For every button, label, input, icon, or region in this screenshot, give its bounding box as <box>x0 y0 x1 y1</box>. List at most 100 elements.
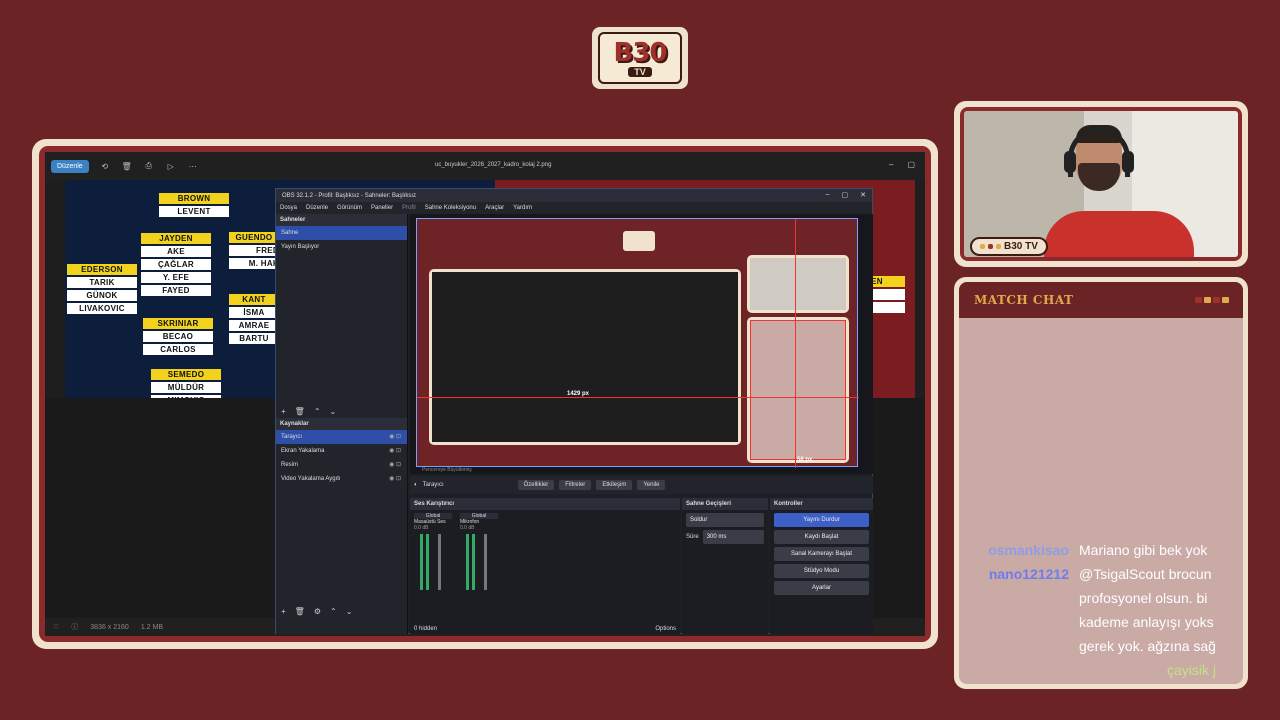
eye-icon: ◉ ⊡ <box>389 462 401 468</box>
maximize-icon[interactable]: ▢ <box>907 160 915 169</box>
b30-tv-logo: B30 TV <box>592 27 688 89</box>
filters-button[interactable]: Filtreler <box>559 480 592 490</box>
chat-message: nano121212 @TsigalScout brocun <box>959 562 1239 587</box>
chat-message-line: kademe anlayışı yoks <box>1079 614 1214 630</box>
properties-button[interactable]: Özellikler <box>517 480 555 490</box>
mixer-channel: Global Mikrofon 0.0 dB <box>460 513 498 590</box>
menu-item[interactable]: Araçlar <box>485 205 504 211</box>
duration-input[interactable]: 300 ms <box>702 530 764 544</box>
logo-sub: TV <box>628 66 652 77</box>
source-toolbar: ◐ Tarayıcı Özellikler Filtreler Etkileşi… <box>410 476 873 494</box>
gear-icon[interactable]: ⚙ <box>314 607 321 616</box>
down-icon[interactable]: ⌄ <box>330 407 337 416</box>
mixer-channel: Global Masaüstü Ses 0.0 dB <box>414 513 452 590</box>
match-chat: MATCH CHAT osmankisao Mariano gibi bek yo… <box>959 282 1243 684</box>
up-icon[interactable]: ⌃ <box>314 407 321 416</box>
eye-icon: ◉ ⊡ <box>389 448 401 454</box>
controls-header: Kontroller <box>770 498 873 510</box>
add-icon[interactable]: + <box>281 607 286 616</box>
chat-title: MATCH CHAT <box>974 293 1074 307</box>
obs-left-docks: Sahneler Sahne Yayın Başlıyor + 🗑 ⌃ ⌄ Ka… <box>276 214 408 634</box>
studio-mode-button[interactable]: Stüdyo Modu <box>774 564 869 578</box>
player-group-guendo: GUENDO FRED M. HAK <box>229 232 279 269</box>
player-group-kant: KANT İSMA AMRAE BARTU <box>229 294 279 344</box>
scene-item[interactable]: Sahne <box>276 226 407 240</box>
close-icon[interactable]: ✕ <box>860 191 866 199</box>
settings-button[interactable]: Ayarlar <box>774 581 869 595</box>
favorite-icon[interactable]: ♡ <box>53 623 59 631</box>
volume-slider[interactable] <box>438 534 441 590</box>
player-group-jayden: JAYDEN AKE ÇAĞLAR Y. EFE FAYED <box>141 233 211 296</box>
duration-label: Süre <box>686 534 699 540</box>
add-icon[interactable]: + <box>281 407 286 416</box>
info-icon[interactable]: ⓘ <box>71 622 78 632</box>
webcam-feed: B30 TV <box>964 111 1238 257</box>
source-item[interactable]: Video Yakalama Aygıtı ◉ ⊡ <box>276 472 407 486</box>
chat-message-line: profosyonel olsun. bi <box>1079 590 1208 606</box>
eye-icon: ◉ ⊡ <box>389 434 401 440</box>
zoom-indicator[interactable]: Pencereye Büyütlemiş <box>410 465 873 475</box>
minimize-icon[interactable]: – <box>826 191 830 199</box>
browser-source-icon: ◐ <box>414 482 418 488</box>
desktop-capture: Düzenle ⟲ 🗑 ⎙ ▷ ⋯ uc_buyukler_2026_2027_… <box>45 152 925 636</box>
selected-source-label: Tarayıcı <box>422 482 444 488</box>
transition-select[interactable]: Soldur <box>686 513 764 527</box>
source-item[interactable]: Resim ◉ ⊡ <box>276 458 407 472</box>
match-chat-frame: MATCH CHAT osmankisao Mariano gibi bek yo… <box>954 277 1248 689</box>
audio-mixer-dock: Ses Karıştırıcı Global Masaüstü Ses 0.0 … <box>410 498 680 634</box>
rotate-icon[interactable]: ⟲ <box>99 162 111 171</box>
image-filesize: 1.2 MB <box>140 623 164 631</box>
scene-tools: + 🗑 ⌃ ⌄ <box>276 404 407 418</box>
more-icon[interactable]: ⋯ <box>187 162 199 171</box>
print-icon[interactable]: ⎙ <box>143 161 155 171</box>
source-item[interactable]: Tarayıcı ◉ ⊡ <box>276 430 407 444</box>
up-icon[interactable]: ⌃ <box>330 607 337 616</box>
start-recording-button[interactable]: Kaydı Başlat <box>774 530 869 544</box>
menu-item[interactable]: Görünüm <box>337 205 362 211</box>
chat-message-line: gerek yok. ağzına sağ <box>1079 638 1216 654</box>
menu-item[interactable]: Sahne Koleksiyonu <box>425 205 476 211</box>
down-icon[interactable]: ⌄ <box>346 607 353 616</box>
volume-slider[interactable] <box>484 534 487 590</box>
source-item[interactable]: Ekran Yakalama ◉ ⊡ <box>276 444 407 458</box>
minimize-icon[interactable]: – <box>889 160 893 169</box>
menu-item[interactable]: Profil <box>402 205 416 211</box>
scene-item[interactable]: Yayın Başlıyor <box>276 240 407 254</box>
preview-width-label: 1429 px <box>567 391 590 397</box>
edit-button[interactable]: Düzenle <box>51 159 89 173</box>
start-virtual-camera-button[interactable]: Sanal Kamerayı Başlat <box>774 547 869 561</box>
delete-icon[interactable]: 🗑 <box>295 607 305 616</box>
logo-main: B30 <box>613 37 668 68</box>
image-dimensions: 3836 x 2160 <box>90 623 129 631</box>
hidden-count: 0 hidden <box>414 626 438 632</box>
obs-preview[interactable]: 1429 px 58 px <box>416 218 859 468</box>
delete-icon[interactable]: 🗑 <box>121 162 133 171</box>
chat-message: çayisik j <box>1167 662 1217 678</box>
menu-item[interactable]: Yardım <box>513 205 532 211</box>
interact-button[interactable]: Etkileşim <box>596 480 633 490</box>
screen-capture-frame: Düzenle ⟲ 🗑 ⎙ ▷ ⋯ uc_buyukler_2026_2027_… <box>32 139 938 649</box>
menu-item[interactable]: Dosya <box>280 205 297 211</box>
chat-user: nano121212 <box>988 566 1069 582</box>
delete-icon[interactable]: 🗑 <box>295 407 305 416</box>
maximize-icon[interactable]: ▢ <box>842 191 849 199</box>
player-group-skriniar: SKRINIAR BECAO CARLOS <box>143 318 213 355</box>
mixer-options[interactable]: Options <box>655 626 676 632</box>
obs-menubar: Dosya Düzenle Görünüm Paneller Profil Sa… <box>276 202 872 214</box>
slideshow-icon[interactable]: ▷ <box>165 162 177 171</box>
chat-message: osmankisao Mariano gibi bek yok <box>959 538 1239 563</box>
webcam-frame: B30 TV <box>954 101 1248 267</box>
menu-item[interactable]: Paneller <box>371 205 393 211</box>
menu-item[interactable]: Düzenle <box>306 205 328 211</box>
obs-titlebar: OBS 32.1.2 - Profil: Başlıksız - Sahnele… <box>276 189 872 202</box>
obs-window: OBS 32.1.2 - Profil: Başlıksız - Sahnele… <box>275 188 873 634</box>
player-group-brown: BROWN LEVENT <box>159 193 229 217</box>
refresh-button[interactable]: Yenile <box>637 480 666 490</box>
obs-preview-area[interactable]: 1429 px 58 px <box>410 214 873 474</box>
chat-user: osmankisao <box>988 542 1069 558</box>
stop-stream-button[interactable]: Yayını Durdur <box>774 513 869 527</box>
obs-title: OBS 32.1.2 - Profil: Başlıksız - Sahnele… <box>282 192 417 199</box>
transitions-header: Sahne Geçişleri <box>682 498 768 510</box>
chat-header: MATCH CHAT <box>959 282 1243 318</box>
cam-tag: B30 TV <box>970 237 1048 256</box>
